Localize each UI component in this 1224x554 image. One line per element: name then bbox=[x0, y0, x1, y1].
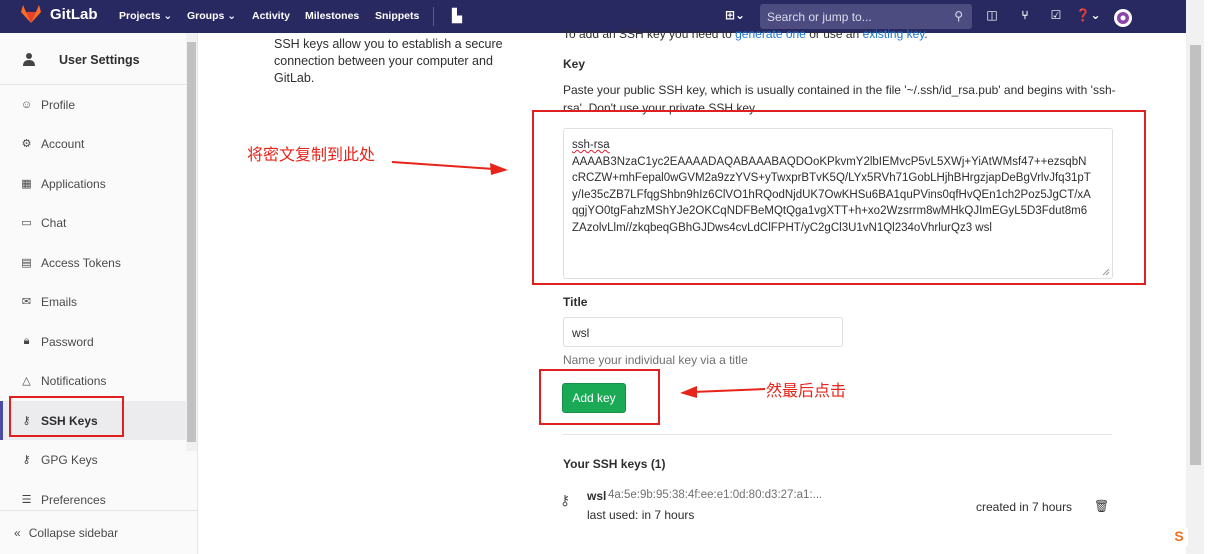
token-icon: ▤ bbox=[21, 257, 32, 269]
sidebar-item-label: Access Tokens bbox=[41, 255, 121, 270]
sidebar-header[interactable]: User Settings bbox=[0, 33, 186, 85]
search-input[interactable]: Search or jump to... ⚲ bbox=[760, 4, 972, 29]
new-plus-icon[interactable]: ⊞⌄ bbox=[722, 8, 748, 26]
annotation-arrow-right-icon bbox=[392, 161, 508, 175]
sidebar-item-notifications[interactable]: △ Notifications bbox=[0, 361, 186, 400]
merge-requests-icon[interactable]: ⑂ bbox=[1016, 8, 1034, 26]
user-avatar-menu[interactable] bbox=[1106, 8, 1140, 27]
sidebar-item-label: Preferences bbox=[41, 492, 106, 507]
preferences-icon: ☰ bbox=[21, 494, 32, 506]
key-line: AAAAB3NzaC1yc2EAAAADAQABAAABAQDOoKPkvmY2… bbox=[572, 155, 1087, 168]
nav-groups[interactable]: Groups ⌄ bbox=[187, 10, 236, 22]
sidebar-title: User Settings bbox=[59, 53, 140, 67]
gitlab-logo[interactable]: GitLab bbox=[20, 4, 98, 24]
collapse-sidebar-label: Collapse sidebar bbox=[28, 525, 119, 540]
generate-one-link[interactable]: generate one bbox=[735, 27, 806, 41]
mail-icon: ✉ bbox=[21, 296, 32, 308]
key-line: y/Ie35cZB7LFfqgShbn9hIz6ClVO1hRQodNjdUK7… bbox=[572, 188, 1091, 201]
page-scroll-thumb[interactable] bbox=[1190, 45, 1201, 465]
sidebar-item-account[interactable]: ⚙ Account bbox=[0, 124, 186, 163]
sidebar-item-label: GPG Keys bbox=[41, 452, 98, 467]
lock-icon: 🔒︎ bbox=[23, 335, 30, 347]
sidebar-item-profile[interactable]: ☺ Profile bbox=[0, 85, 186, 124]
nav-divider bbox=[433, 7, 434, 26]
highlight-ssh-keys bbox=[9, 396, 124, 437]
nav-projects[interactable]: Projects ⌄ bbox=[119, 10, 172, 22]
key-created: created in 7 hours bbox=[976, 500, 1073, 514]
gitlab-tanuki-icon bbox=[21, 5, 41, 23]
profile-icon: ☺ bbox=[20, 98, 33, 111]
section-divider bbox=[563, 434, 1112, 435]
sidebar-item-label: Emails bbox=[41, 294, 78, 309]
key-label: Key bbox=[563, 57, 586, 71]
applications-icon: ▦ bbox=[21, 178, 32, 190]
title-input[interactable]: wsl bbox=[563, 317, 843, 347]
double-chevron-left-icon: « bbox=[14, 525, 21, 540]
your-keys-heading: Your SSH keys (1) bbox=[563, 457, 666, 471]
user-icon bbox=[23, 53, 35, 66]
brand-name: GitLab bbox=[50, 5, 98, 23]
key-line: ssh-rsa bbox=[572, 139, 610, 151]
annotation-arrow-left-icon bbox=[680, 386, 766, 398]
sidebar-item-label: Profile bbox=[41, 97, 76, 112]
admin-chart-icon[interactable]: ▙ bbox=[448, 8, 466, 26]
settings-sidebar: User Settings ☺ Profile ⚙ Account ▦ Applica… bbox=[0, 33, 198, 554]
key-last-used: last used: in 7 hours bbox=[587, 508, 695, 522]
sidebar-item-access-tokens[interactable]: ▤ Access Tokens bbox=[0, 243, 186, 282]
sidebar-scrollbar[interactable] bbox=[186, 33, 197, 451]
todos-icon[interactable]: ☑ bbox=[1047, 8, 1065, 26]
collapse-sidebar-button[interactable]: « Collapse sidebar bbox=[0, 510, 197, 554]
key-textarea[interactable]: ssh-rsa AAAAB3NzaC1yc2EAAAADAQABAAABAQDO… bbox=[563, 128, 1113, 279]
sidebar-item-label: Account bbox=[41, 136, 85, 151]
key-icon: ⚷ bbox=[560, 492, 571, 508]
sidebar-item-label: Applications bbox=[41, 176, 106, 191]
add-key-help-text: To add an SSH key you need to generate o… bbox=[563, 27, 928, 41]
page-scrollbar[interactable] bbox=[1186, 0, 1204, 554]
chat-icon: ▭ bbox=[21, 217, 32, 229]
title-hint: Name your individual key via a title bbox=[563, 353, 748, 367]
help-icon[interactable]: ❓⌄ bbox=[1075, 8, 1101, 26]
nav-milestones[interactable]: Milestones bbox=[305, 10, 359, 22]
resize-handle-icon[interactable] bbox=[1102, 268, 1110, 276]
account-icon: ⚙ bbox=[21, 138, 32, 150]
key-line: cRCZW+mhFepal0wGVM2a9zzYVS+yTwxprBTvK5Q/… bbox=[572, 172, 1091, 184]
existing-key-link[interactable]: existing key bbox=[863, 27, 925, 41]
avatar-icon bbox=[1114, 9, 1132, 27]
sidebar-item-chat[interactable]: ▭ Chat bbox=[0, 203, 186, 242]
annotation-click-last: 然最后点击 bbox=[766, 381, 847, 400]
search-placeholder: Search or jump to... bbox=[767, 10, 872, 24]
key-name[interactable]: wsl bbox=[587, 489, 606, 503]
nav-snippets[interactable]: Snippets bbox=[375, 10, 419, 22]
key-icon: ⚷ bbox=[22, 454, 31, 466]
add-key-button[interactable]: Add key bbox=[562, 383, 626, 413]
trash-icon[interactable]: 🗑︎ bbox=[1094, 499, 1109, 513]
key-fingerprint: 4a:5e:9b:95:38:4f:ee:e1:0d:80:d3:27:a1:.… bbox=[608, 489, 823, 501]
key-line: qgjYO0tgFahzMShYJe2OKCqNDFBeMQtQga1vgXTT… bbox=[572, 205, 1088, 217]
sidebar-item-label: Chat bbox=[41, 215, 67, 230]
search-icon: ⚲ bbox=[954, 9, 963, 23]
sidebar-item-label: Notifications bbox=[41, 373, 107, 388]
title-label: Title bbox=[563, 295, 588, 309]
sidebar-item-label: Password bbox=[41, 334, 94, 349]
sidebar-item-applications[interactable]: ▦ Applications bbox=[0, 164, 186, 203]
issues-icon[interactable]: ◫ bbox=[983, 8, 1001, 26]
sidebar-item-emails[interactable]: ✉ Emails bbox=[0, 282, 186, 321]
ssh-intro-text: SSH keys allow you to establish a secure… bbox=[274, 37, 503, 85]
nav-activity[interactable]: Activity bbox=[252, 10, 290, 22]
bell-icon: △ bbox=[22, 375, 31, 387]
sogou-ime-icon[interactable]: S bbox=[1170, 528, 1188, 546]
key-line: ZAzolvLlm//zkqbeqGBhGJDws4cvLdClFPHT/yC2… bbox=[572, 221, 992, 234]
sidebar-item-password[interactable]: 🔒︎ Password bbox=[0, 322, 186, 361]
sidebar-item-gpg-keys[interactable]: ⚷ GPG Keys bbox=[0, 440, 186, 479]
sidebar-scroll-thumb[interactable] bbox=[187, 42, 196, 442]
annotation-paste-here: 将密文复制到此处 bbox=[247, 145, 376, 164]
